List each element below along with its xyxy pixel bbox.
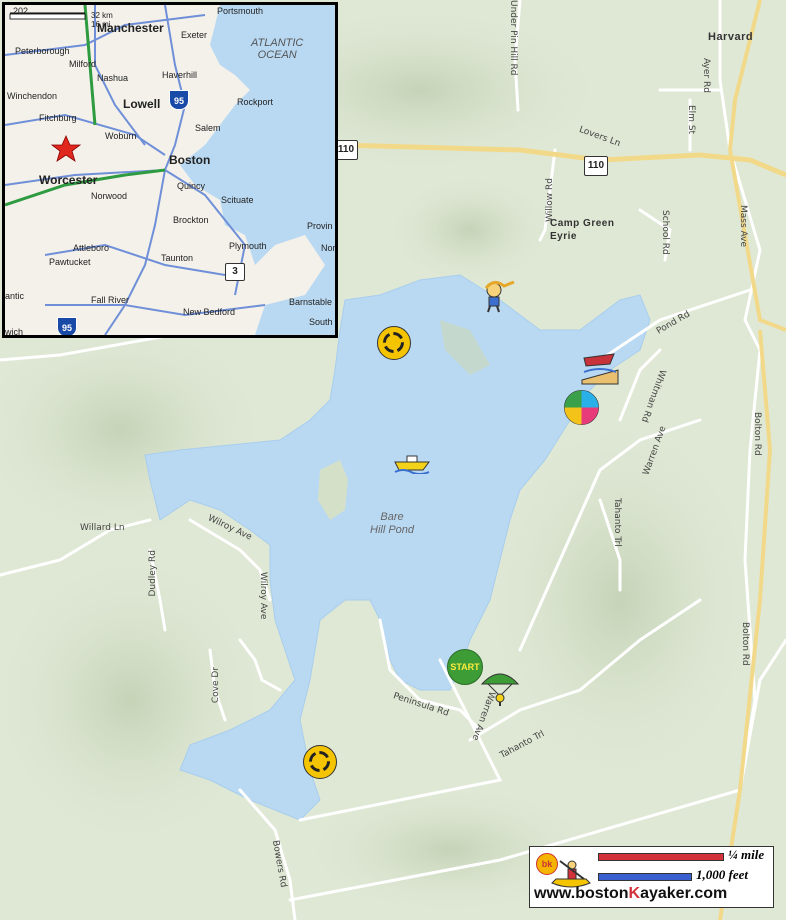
inset-ocean-line1: ATLANTIC — [251, 37, 304, 49]
inset-scale-number: 202 — [13, 6, 29, 16]
inset-city-brockton: Brockton — [173, 215, 209, 225]
scale-bar-feet — [598, 873, 692, 881]
road-dudley: Dudley Rd — [148, 550, 158, 597]
roundabout-icon[interactable] — [303, 745, 337, 779]
inset-city-fall-river: Fall River — [91, 295, 130, 305]
pond-name-line1: Bare — [380, 511, 404, 523]
inset-city-lowell: Lowell — [123, 97, 161, 111]
inset-city-provin: Provin — [307, 221, 333, 231]
inset-scale-km: 32 km — [91, 11, 113, 20]
inset-city-nashua: Nashua — [97, 73, 129, 83]
scale-feet-label: 1,000 feet — [696, 867, 748, 882]
interstate-95-shield-south: 95 — [57, 317, 77, 335]
inset-city-fitchburg: Fitchburg — [39, 113, 77, 123]
inset-city-manchester: Manchester — [97, 21, 164, 35]
inset-city-plymouth: Plymouth — [229, 241, 267, 251]
inset-city-quincy: Quincy — [177, 181, 206, 191]
town-harvard: Harvard — [708, 31, 754, 43]
motorboat-icon[interactable] — [393, 450, 431, 474]
inset-city-exeter: Exeter — [181, 30, 208, 40]
website-suffix: ayaker.com — [640, 885, 728, 902]
swimmer-icon[interactable] — [480, 278, 516, 314]
inset-city-nor: Nor — [321, 243, 336, 253]
interstate-95-shield-north: 95 — [169, 90, 189, 110]
inset-ocean-label: ATLANTIC OCEAN — [251, 37, 303, 61]
inset-city-salem: Salem — [195, 123, 221, 133]
inset-city-attleboro: Attleboro — [73, 243, 110, 253]
inset-city-new-bedford: New Bedford — [183, 307, 236, 317]
scale-bar-mile — [598, 853, 724, 861]
inset-city-pawtucket: Pawtucket — [49, 257, 91, 267]
place-camp-line1: Camp Green — [550, 218, 615, 229]
road-wilroy-2: Wilroy Ave — [258, 572, 268, 620]
pond-name: Bare Hill Pond — [370, 511, 414, 537]
inset-city-rockport: Rockport — [237, 97, 274, 107]
road-cove: Cove Dr — [211, 667, 221, 704]
road-bolton-1: Bolton Rd — [752, 412, 762, 456]
roundabout-icon[interactable] — [377, 326, 411, 360]
inset-city-worcester: Worcester — [39, 173, 98, 187]
place-camp-line2: Eyrie — [550, 231, 577, 242]
start-marker[interactable]: START — [447, 649, 483, 685]
inset-city-antic: antic — [5, 291, 25, 301]
inset-city-winchendon: Winchendon — [7, 91, 58, 101]
road-mass-ave: Mass Ave — [738, 205, 748, 248]
website-link[interactable]: www.bostonKayaker.com — [534, 885, 727, 903]
road-willow: Willow Rd — [545, 178, 555, 222]
boat-ramp-icon[interactable] — [580, 350, 620, 388]
inset-city-portsmouth: Portsmouth — [217, 6, 264, 16]
inset-city-milford: Milford — [69, 59, 97, 69]
scale-legend: bk ¼ mile 1,000 feet www.bostonKayaker.c… — [529, 846, 774, 908]
road-tahanto-1: Tahanto Trl — [612, 498, 622, 547]
inset-ocean-line2: OCEAN — [257, 49, 297, 61]
road-under-pin-hill: Under Pin Hill Rd — [508, 0, 518, 76]
inset-city-scituate: Scituate — [221, 195, 254, 205]
inset-city-barnstable: Barnstable — [289, 297, 333, 307]
route-110-shield-b: 110 — [584, 156, 608, 176]
parasail-icon[interactable] — [480, 668, 520, 706]
inset-city-norwood: Norwood — [91, 191, 128, 201]
road-bolton-2: Bolton Rd — [740, 622, 750, 666]
website-k: K — [628, 885, 641, 902]
road-school: School Rd — [660, 210, 670, 255]
website-prefix: www.boston — [534, 885, 629, 902]
pond-name-line2: Hill Pond — [370, 524, 415, 536]
inset-locator-map: 202 32 km 16 mi ATLANTIC OCEAN Mancheste… — [2, 2, 338, 338]
inset-city-haverhill: Haverhill — [162, 70, 198, 80]
route-3-shield: 3 — [225, 263, 245, 281]
scale-mile-label: ¼ mile — [728, 847, 765, 862]
inset-city-woburn: Woburn — [105, 131, 137, 141]
road-ayer: Ayer Rd — [701, 58, 711, 93]
beach-ball-icon[interactable] — [563, 389, 600, 426]
road-elm: Elm St — [686, 105, 696, 135]
inset-city-peterborough: Peterborough — [15, 46, 70, 56]
inset-city-boston: Boston — [169, 153, 211, 167]
inset-city-south: South — [309, 317, 333, 327]
inset-city-wich: wich — [5, 327, 24, 337]
road-willard: Willard Ln — [80, 523, 125, 533]
inset-city-taunton: Taunton — [161, 253, 194, 263]
